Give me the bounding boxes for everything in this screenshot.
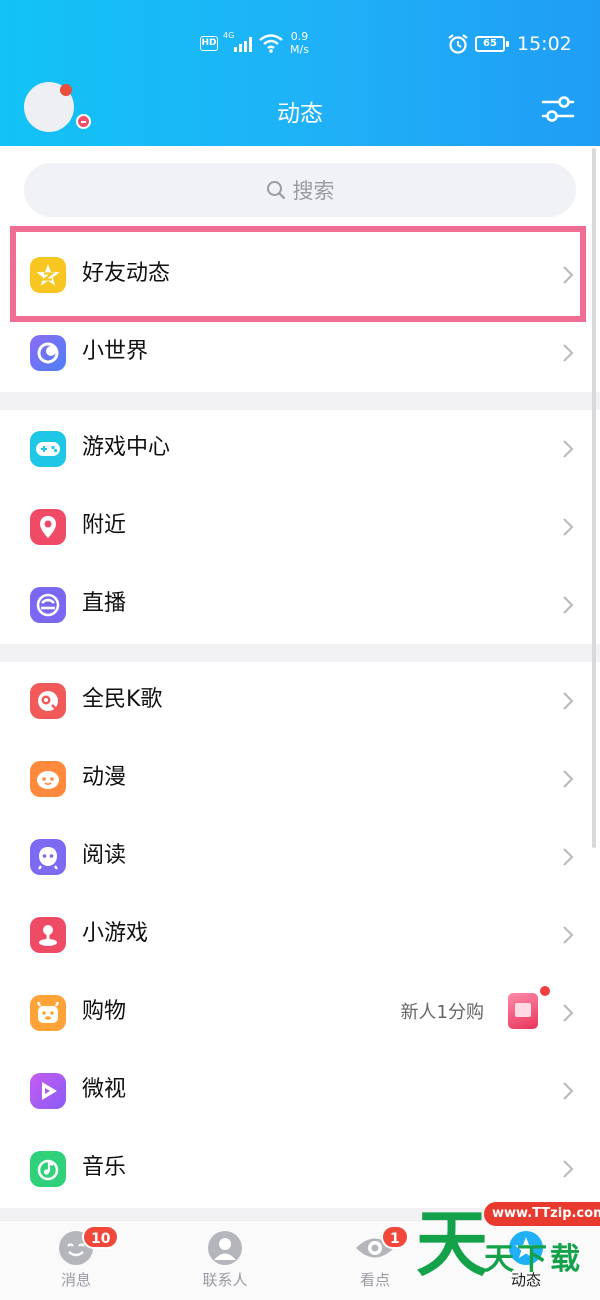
video-play-icon — [30, 1073, 66, 1109]
section-divider — [0, 392, 600, 410]
list-item-karaoke[interactable]: 全民K歌 — [0, 662, 600, 740]
clock: 15:02 — [517, 33, 572, 55]
search-icon — [266, 181, 285, 200]
shopping-icon — [30, 995, 66, 1031]
page-title: 动态 — [277, 101, 323, 127]
speed-unit: M/s — [290, 43, 309, 56]
list-item-nearby[interactable]: 附近 — [0, 488, 600, 566]
unread-badge: 10 — [82, 1225, 120, 1249]
music-icon — [30, 1151, 66, 1187]
list-item-label: 附近 — [82, 513, 127, 538]
planet-icon — [30, 335, 66, 371]
list-item-anime[interactable]: 动漫 — [0, 740, 600, 818]
live-tv-icon — [30, 587, 66, 623]
search-bar[interactable]: 搜索 — [24, 163, 576, 217]
karaoke-icon — [30, 683, 66, 719]
chevron-right-icon — [563, 848, 574, 866]
chevron-right-icon — [563, 440, 574, 458]
signal-icon — [234, 37, 252, 52]
chevron-right-icon — [563, 518, 574, 536]
list-item-label: 全民K歌 — [82, 687, 163, 712]
promo-notification-dot — [538, 984, 552, 998]
hd-icon: HD — [200, 36, 218, 51]
anime-face-icon — [30, 761, 66, 797]
chevron-right-icon — [563, 926, 574, 944]
list-item-label: 购物 — [82, 999, 127, 1024]
list-item-game-center[interactable]: 游戏中心 — [0, 410, 600, 488]
list-item-label: 小世界 — [82, 339, 149, 364]
watermark: 天 天下载 www.TTzip.com — [410, 1198, 600, 1300]
search-placeholder: 搜索 — [292, 179, 335, 203]
joystick-icon — [30, 917, 66, 953]
highlight-box — [10, 226, 586, 322]
list-item-live[interactable]: 直播 — [0, 566, 600, 644]
list-item-label: 音乐 — [82, 1155, 127, 1180]
speed-value: 0.9 — [290, 30, 309, 43]
tab-messages[interactable]: 消息 10 — [26, 1225, 126, 1299]
watermark-text: 天下载 — [484, 1242, 583, 1277]
app-header: HD 4G 0.9 M/s 65 15:02 动态 — [0, 0, 600, 146]
chevron-right-icon — [563, 1004, 574, 1022]
chevron-right-icon — [563, 770, 574, 788]
section-divider — [0, 644, 600, 662]
alarm-icon — [448, 34, 468, 54]
battery-icon: 65 — [475, 36, 509, 52]
network-speed: 0.9 M/s — [290, 30, 309, 56]
chevron-right-icon — [563, 596, 574, 614]
list-item-label: 微视 — [82, 1077, 127, 1102]
list-item-label: 直播 — [82, 591, 127, 616]
watermark-url: www.TTzip.com — [484, 1202, 600, 1226]
watermark-big-char: 天 — [416, 1202, 489, 1286]
tab-contacts[interactable]: 联系人 — [175, 1229, 275, 1299]
tab-label: 消息 — [60, 1271, 91, 1289]
sliders-icon[interactable] — [540, 93, 576, 125]
status-bar: HD 4G 0.9 M/s 65 15:02 — [0, 28, 600, 62]
list-item-music[interactable]: 音乐 — [0, 1130, 600, 1208]
scrollbar[interactable] — [592, 148, 596, 848]
chevron-right-icon — [563, 344, 574, 362]
list-item-mini-games[interactable]: 小游戏 — [0, 896, 600, 974]
chevron-right-icon — [563, 1160, 574, 1178]
tab-label: 联系人 — [202, 1271, 248, 1289]
location-pin-icon — [30, 509, 66, 545]
list-item-label: 阅读 — [82, 843, 127, 868]
list-item-label: 动漫 — [82, 765, 127, 790]
main-list: 搜索 好友动态 小世界 游戏中心 附近 直播 全民K歌 动漫 阅读 小游戏 购物… — [0, 146, 600, 1220]
promo-text: 新人1分购 — [400, 1002, 484, 1023]
list-item-weishi[interactable]: 微视 — [0, 1052, 600, 1130]
gamepad-icon — [30, 431, 66, 467]
reading-icon — [30, 839, 66, 875]
red-packet-icon[interactable] — [508, 993, 538, 1029]
wifi-icon — [259, 34, 283, 53]
list-item-small-world[interactable]: 小世界 — [0, 314, 600, 392]
unread-badge: 1 — [381, 1225, 409, 1249]
list-item-label: 小游戏 — [82, 921, 149, 946]
contacts-icon — [208, 1231, 242, 1265]
list-item-reading[interactable]: 阅读 — [0, 818, 600, 896]
chevron-right-icon — [563, 1082, 574, 1100]
list-item-label: 游戏中心 — [82, 435, 171, 460]
chevron-right-icon — [563, 692, 574, 710]
